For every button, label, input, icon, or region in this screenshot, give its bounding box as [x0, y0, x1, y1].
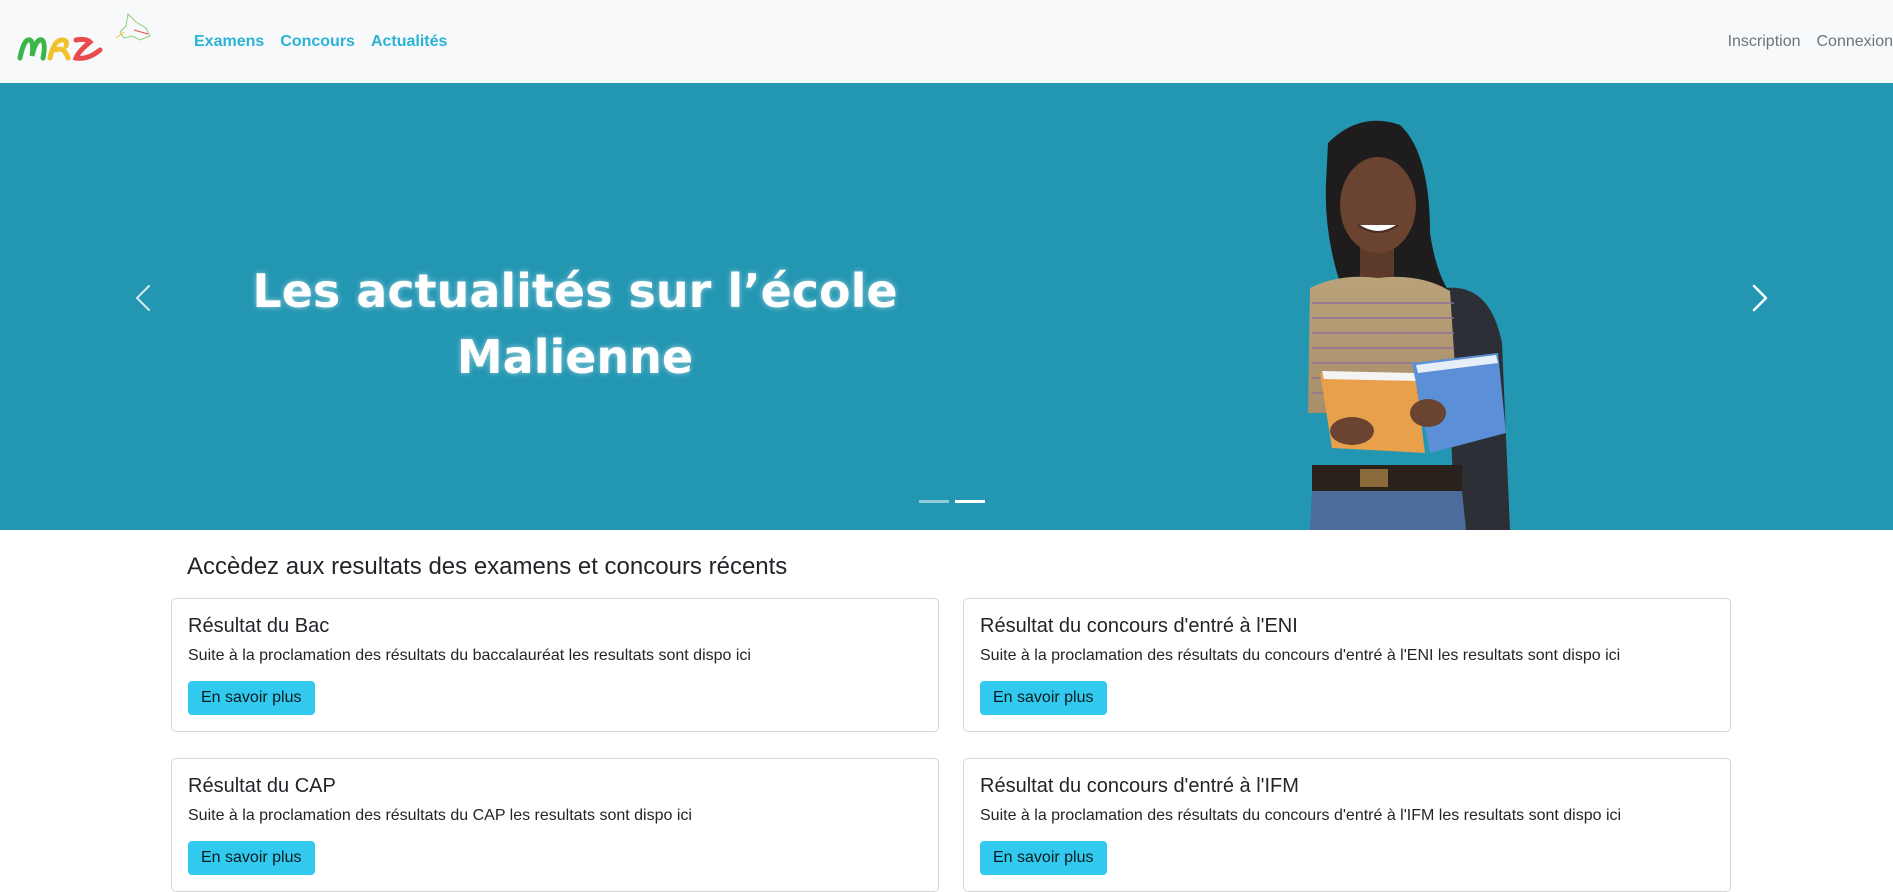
results-section-title: Accèdez aux resultats des examens et con…: [187, 553, 787, 581]
card-title: Résultat du Bac: [188, 615, 922, 638]
result-card-cap: Résultat du CAP Suite à la proclamation …: [171, 758, 939, 892]
carousel-indicator-2[interactable]: [955, 500, 985, 503]
main-nav: Examens Concours Actualités: [194, 0, 447, 83]
nav-link-inscription[interactable]: Inscription: [1728, 33, 1801, 51]
card-text: Suite à la proclamation des résultats du…: [980, 807, 1714, 825]
card-text: Suite à la proclamation des résultats du…: [188, 647, 922, 665]
carousel-next-button[interactable]: [1740, 268, 1780, 328]
result-card-eni: Résultat du concours d'entré à l'ENI Sui…: [963, 598, 1731, 732]
nav-link-concours[interactable]: Concours: [280, 33, 355, 51]
hero-carousel: Les actualités sur l’école Malienne: [0, 83, 1893, 530]
carousel-indicator-1[interactable]: [919, 500, 949, 503]
learn-more-button[interactable]: En savoir plus: [188, 841, 315, 875]
card-title: Résultat du CAP: [188, 775, 922, 798]
learn-more-button[interactable]: En savoir plus: [980, 681, 1107, 715]
caption-line-2: Malienne: [250, 324, 900, 390]
nav-link-examens[interactable]: Examens: [194, 33, 264, 51]
card-text: Suite à la proclamation des résultats du…: [980, 647, 1714, 665]
chevron-right-icon: [1740, 268, 1780, 328]
learn-more-button[interactable]: En savoir plus: [188, 681, 315, 715]
site-logo[interactable]: [16, 10, 156, 70]
nav-link-actualites[interactable]: Actualités: [371, 33, 447, 51]
learn-more-button[interactable]: En savoir plus: [980, 841, 1107, 875]
carousel-prev-button[interactable]: [123, 268, 163, 328]
carousel-caption: Les actualités sur l’école Malienne: [250, 258, 900, 390]
account-nav: Inscription Connexion: [1728, 0, 1893, 83]
navbar: Examens Concours Actualités Inscription …: [0, 0, 1893, 83]
caption-line-1: Les actualités sur l’école: [250, 258, 900, 324]
chevron-left-icon: [123, 268, 163, 328]
card-text: Suite à la proclamation des résultats du…: [188, 807, 922, 825]
result-card-bac: Résultat du Bac Suite à la proclamation …: [171, 598, 939, 732]
card-title: Résultat du concours d'entré à l'ENI: [980, 615, 1714, 638]
card-title: Résultat du concours d'entré à l'IFM: [980, 775, 1714, 798]
result-card-ifm: Résultat du concours d'entré à l'IFM Sui…: [963, 758, 1731, 892]
carousel-indicators: [919, 500, 985, 503]
nav-link-connexion[interactable]: Connexion: [1817, 33, 1893, 51]
student-image: [1240, 113, 1570, 530]
